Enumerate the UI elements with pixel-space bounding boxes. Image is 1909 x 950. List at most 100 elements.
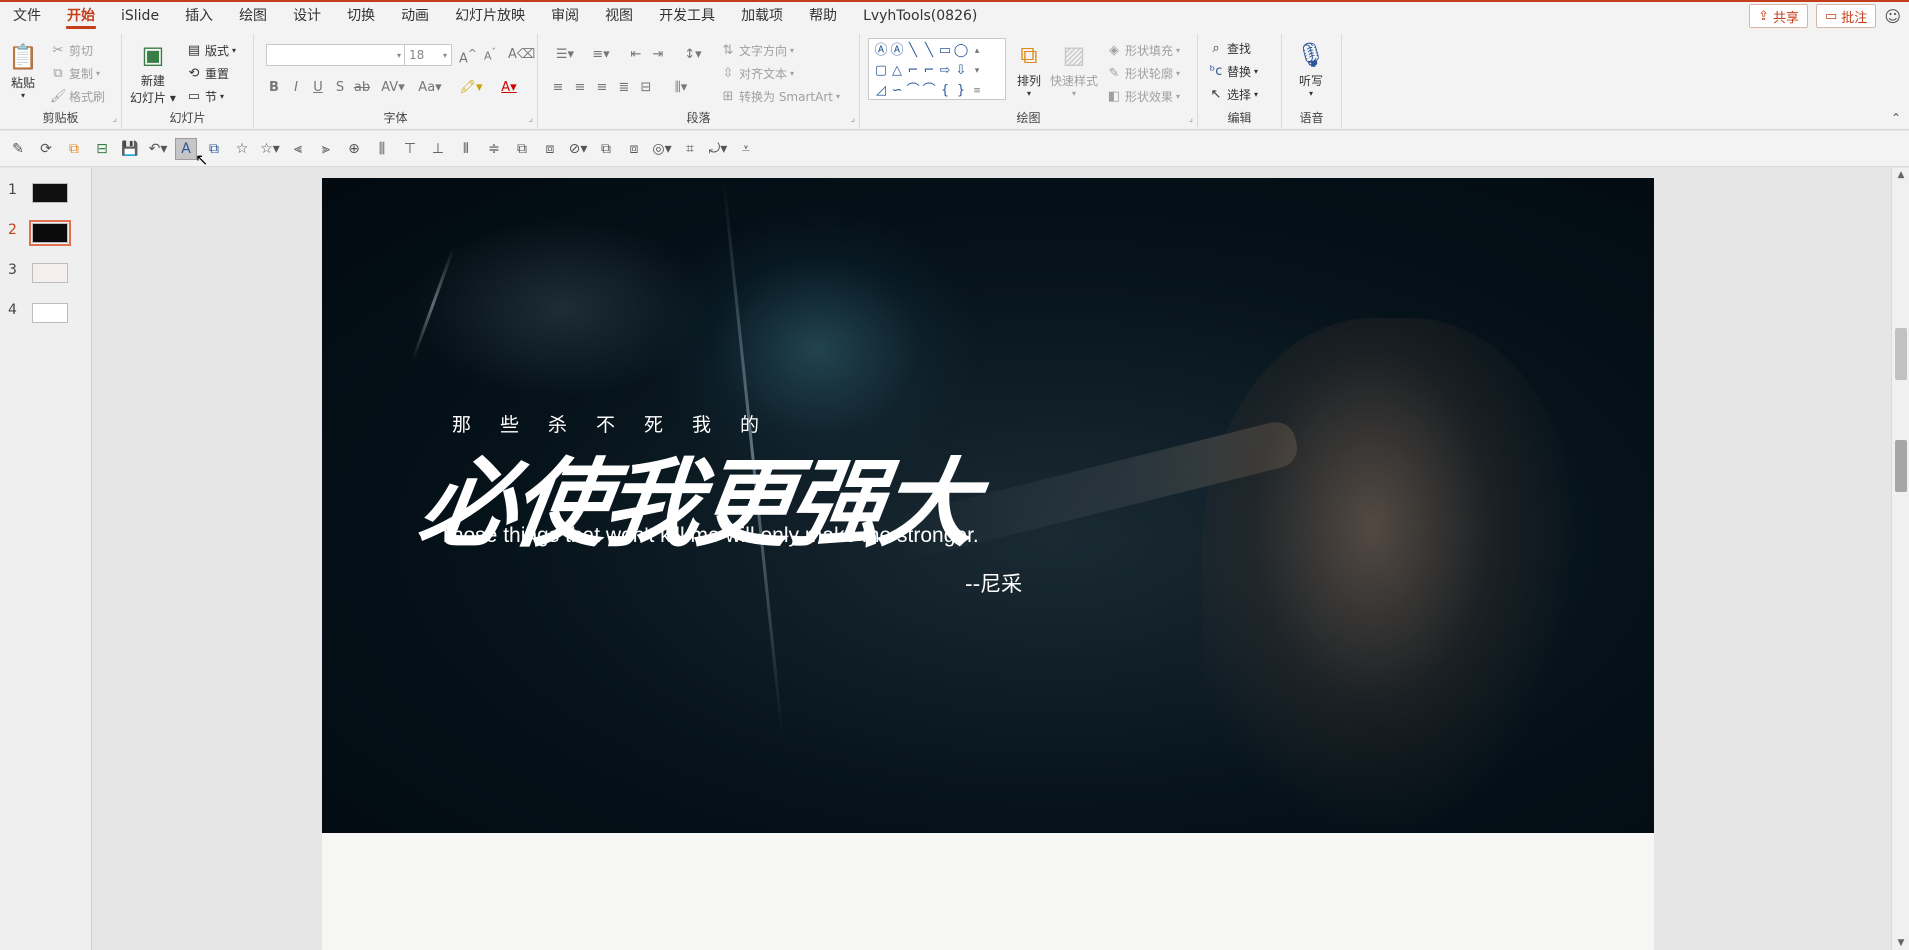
tab-design[interactable]: 设计 <box>280 2 334 30</box>
thumbnail-image[interactable] <box>29 220 71 246</box>
section-button[interactable]: ▭ 节 ▾ <box>186 88 224 105</box>
dialog-launcher-icon[interactable]: ⌟ <box>113 114 117 124</box>
numbering-button[interactable]: ≡▾ <box>584 47 618 62</box>
crop-icon[interactable]: ⌗ <box>676 141 704 157</box>
tab-lvyhtools[interactable]: LvyhTools(0826) <box>850 2 990 30</box>
group-icon[interactable]: ⧉ <box>508 141 536 157</box>
feedback-smiley-icon[interactable]: ☺ <box>1884 7 1901 26</box>
select-button[interactable]: ↖ 选择 ▾ <box>1208 86 1258 103</box>
dialog-launcher-icon[interactable]: ⌟ <box>529 114 533 124</box>
merge-shapes-icon[interactable]: ⊘▾ <box>564 141 592 157</box>
shape-fill-button[interactable]: ◈ 形状填充 ▾ <box>1106 42 1180 59</box>
thumbnail-slide-4[interactable]: 4 <box>0 298 92 328</box>
share-button[interactable]: ⇪ 共享 <box>1749 4 1808 28</box>
text-shadow-button[interactable]: S <box>330 80 350 95</box>
shape-outline-button[interactable]: ✎ 形状轮廓 ▾ <box>1106 65 1180 82</box>
dialog-launcher-icon[interactable]: ⌟ <box>1189 114 1193 124</box>
send-backward-icon[interactable]: ⧈ <box>620 141 648 157</box>
dialog-launcher-icon[interactable]: ⌟ <box>851 114 855 124</box>
right-brace-shape-icon[interactable]: } <box>953 81 969 101</box>
align-center-button[interactable]: ≡ <box>570 80 590 95</box>
format-painter-button[interactable]: 🖌 格式刷 <box>50 88 105 105</box>
rectangle-shape-icon[interactable]: ▭ <box>937 41 953 61</box>
scroll-down-icon[interactable]: ▼ <box>1892 938 1909 948</box>
elbow-connector-shape-icon[interactable]: ⌐ <box>921 61 937 81</box>
dictate-button[interactable]: 🎙 听写 ▾ <box>1294 38 1328 98</box>
paste-button[interactable]: 📋 粘贴 ▾ <box>6 40 40 100</box>
font-size-combo[interactable]: 18 ▾ <box>404 44 452 66</box>
arc-shape-icon[interactable]: ⌒ <box>921 81 937 101</box>
circle-icon[interactable]: ◎▾ <box>648 141 676 157</box>
tab-islide[interactable]: iSlide <box>108 2 172 30</box>
distribute-horizontal-icon[interactable]: ⫴ <box>452 141 480 157</box>
curve-shape-icon[interactable]: ∽ <box>889 81 905 101</box>
bullets-button[interactable]: ☰▾ <box>548 47 582 62</box>
tab-addins[interactable]: 加载项 <box>728 2 796 30</box>
text-direction-button[interactable]: ⇅ 文字方向 ▾ <box>720 42 794 59</box>
ruler-icon[interactable]: ⊟ <box>88 141 116 157</box>
line-shape-icon[interactable]: ╲ <box>921 41 937 61</box>
clear-formatting-button[interactable]: A⌫ <box>508 47 535 62</box>
replace-button[interactable]: ᵇc 替换 ▾ <box>1208 63 1258 80</box>
tab-help[interactable]: 帮助 <box>796 2 850 30</box>
align-left-icon[interactable]: ⫷ <box>284 141 312 157</box>
textbox-shape-icon[interactable]: Ⓐ <box>873 41 889 61</box>
next-slide-preview[interactable] <box>322 833 1654 950</box>
new-slide-button[interactable]: ▣ 新建 幻灯片 ▾ <box>130 38 176 106</box>
tab-review[interactable]: 审阅 <box>538 2 592 30</box>
underline-button[interactable]: U <box>308 80 328 95</box>
cut-button[interactable]: ✂ 剪切 <box>50 42 93 59</box>
elbow-connector-shape-icon[interactable]: ⌐ <box>905 61 921 81</box>
rotate-icon[interactable]: ⤾▾ <box>704 141 732 157</box>
tab-draw[interactable]: 绘图 <box>226 2 280 30</box>
rounded-rect-shape-icon[interactable]: ▢ <box>873 61 889 81</box>
picture-replace-icon[interactable]: ⧉ <box>60 141 88 157</box>
arrange-button[interactable]: ⧉ 排列 ▾ <box>1012 38 1046 98</box>
distribute-vertical-icon[interactable]: ≑ <box>480 141 508 157</box>
columns-button[interactable]: ⫼▾ <box>666 80 696 95</box>
find-button[interactable]: ⌕ 查找 <box>1208 40 1251 57</box>
down-arrow-shape-icon[interactable]: ⇩ <box>953 61 969 81</box>
thumbnail-slide-2[interactable]: 2 <box>0 218 92 248</box>
decrease-indent-button[interactable]: ⇤ <box>626 47 646 62</box>
tab-animations[interactable]: 动画 <box>388 2 442 30</box>
tab-file[interactable]: 文件 <box>0 2 54 30</box>
shape-effects-button[interactable]: ◧ 形状效果 ▾ <box>1106 88 1180 105</box>
align-center-icon[interactable]: ⊕ <box>340 141 368 157</box>
tab-developer[interactable]: 开发工具 <box>646 2 728 30</box>
comments-button[interactable]: ▭ 批注 <box>1816 4 1877 28</box>
change-case-button[interactable]: Aa▾ <box>414 80 446 95</box>
scroll-down-icon[interactable]: ▾ <box>969 61 985 81</box>
textbox-icon[interactable]: A <box>175 137 197 160</box>
scroll-up-icon[interactable]: ▴ <box>969 41 985 61</box>
quick-styles-button[interactable]: ▨ 快速样式 ▾ <box>1050 38 1098 98</box>
refresh-icon[interactable]: ⟳ <box>32 141 60 157</box>
oval-shape-icon[interactable]: ◯ <box>953 41 969 61</box>
font-color-button[interactable]: A▾ <box>494 80 524 95</box>
align-right-button[interactable]: ≡ <box>592 80 612 95</box>
line-spacing-button[interactable]: ↕▾ <box>678 47 708 62</box>
scrollbar-thumb[interactable] <box>1895 440 1907 492</box>
character-spacing-button[interactable]: AV▾ <box>378 80 408 95</box>
save-icon[interactable]: 💾 <box>116 141 144 157</box>
star-dropdown-icon[interactable]: ☆▾ <box>256 141 284 157</box>
thumbnail-image[interactable] <box>32 263 68 283</box>
increase-indent-button[interactable]: ⇥ <box>648 47 668 62</box>
align-top-icon[interactable]: ⊤ <box>396 141 424 157</box>
collapse-ribbon-icon[interactable]: ⌃ <box>1891 111 1901 125</box>
thumbnail-slide-3[interactable]: 3 <box>0 258 92 288</box>
italic-button[interactable]: I <box>286 80 306 95</box>
layout-button[interactable]: ▤ 版式 ▾ <box>186 42 236 59</box>
star-icon[interactable]: ☆ <box>228 141 256 157</box>
right-arrow-shape-icon[interactable]: ⇨ <box>937 61 953 81</box>
vertical-scrollbar[interactable]: ▲ ▼ <box>1891 168 1909 950</box>
convert-smartart-button[interactable]: ⊞ 转换为 SmartArt ▾ <box>720 88 840 105</box>
scrollbar-thumb[interactable] <box>1895 328 1907 380</box>
scroll-up-icon[interactable]: ▲ <box>1892 170 1909 180</box>
distributed-button[interactable]: ⊟ <box>636 80 656 95</box>
slide-author[interactable]: --尼采 <box>965 568 1022 598</box>
bring-forward-icon[interactable]: ⧉ <box>592 141 620 157</box>
tab-home[interactable]: 开始 <box>54 2 108 30</box>
grow-font-button[interactable]: A^ <box>458 47 478 66</box>
slide-english-quote[interactable]: Those things that won't kill me will onl… <box>439 524 979 548</box>
